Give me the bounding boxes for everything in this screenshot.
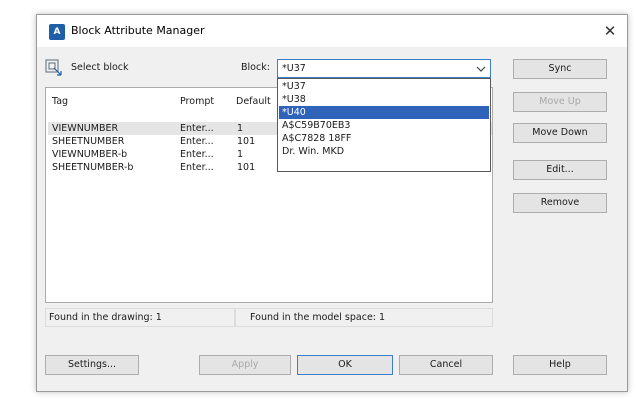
cell-prompt: Enter... [180,136,214,147]
chevron-down-icon [476,66,486,72]
dropdown-option[interactable]: *U37 [279,80,489,93]
window-title: Block Attribute Manager [71,24,205,37]
cell-default: 1 [237,149,244,160]
cell-prompt: Enter... [180,123,214,134]
select-block-button[interactable]: Select block [45,59,155,79]
dropdown-option[interactable]: A$C7828 18FF [279,132,489,145]
settings-button[interactable]: Settings... [45,355,139,375]
status-found-in-drawing-text: Found in the drawing: 1 [49,312,162,323]
cell-tag: SHEETNUMBER-b [52,162,134,173]
cell-tag: VIEWNUMBER [52,123,119,134]
status-found-in-model-space: Found in the model space: 1 [235,308,493,327]
block-attribute-manager-dialog: A Block Attribute Manager ✕ Select block… [36,14,628,392]
move-up-button[interactable]: Move Up [513,92,607,112]
cell-prompt: Enter... [180,162,214,173]
dropdown-option[interactable]: *U38 [279,93,489,106]
block-select[interactable]: *U37 [277,59,491,78]
cell-default: 101 [237,162,256,173]
title-bar: A Block Attribute Manager ✕ [37,15,627,47]
cell-default: 1 [237,123,244,134]
close-button[interactable]: ✕ [597,19,623,43]
block-select-value: *U37 [282,63,306,74]
remove-button[interactable]: Remove [513,193,607,213]
edit-button[interactable]: Edit... [513,160,607,180]
cancel-button[interactable]: Cancel [399,355,493,375]
cell-prompt: Enter... [180,149,214,160]
help-button[interactable]: Help [513,355,607,375]
column-header-prompt[interactable]: Prompt [180,96,214,107]
select-block-label: Select block [71,62,129,73]
select-block-icon [45,59,62,76]
dropdown-option[interactable]: Dr. Win. MKD [279,145,489,158]
ok-button[interactable]: OK [297,355,393,375]
cell-default: 101 [237,136,256,147]
dropdown-option-highlighted[interactable]: *U40 [279,106,489,119]
sync-button[interactable]: Sync [513,59,607,79]
column-header-default[interactable]: Default [236,96,271,107]
app-icon: A [49,24,65,40]
cell-tag: SHEETNUMBER [52,136,125,147]
status-found-in-model-space-text: Found in the model space: 1 [250,312,386,323]
move-down-button[interactable]: Move Down [513,123,607,143]
block-label: Block: [241,62,270,73]
dropdown-option[interactable]: A$C59B70EB3 [279,119,489,132]
apply-button[interactable]: Apply [199,355,291,375]
status-found-in-drawing: Found in the drawing: 1 [45,308,235,327]
cell-tag: VIEWNUMBER-b [52,149,128,160]
block-dropdown-list[interactable]: *U37 *U38 *U40 A$C59B70EB3 A$C7828 18FF … [277,78,491,172]
column-header-tag[interactable]: Tag [52,96,68,107]
